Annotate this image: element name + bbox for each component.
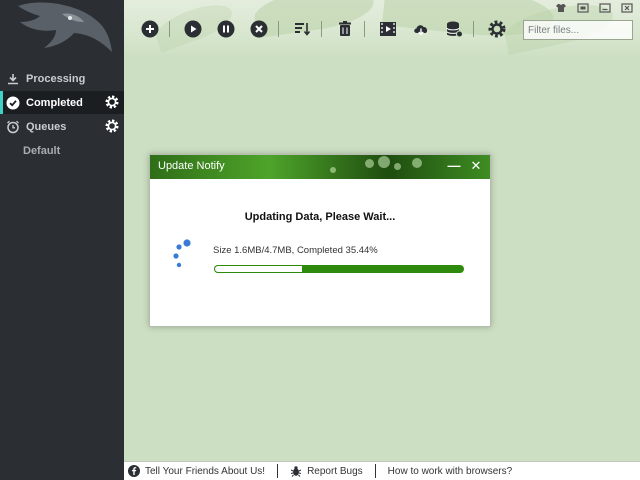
dialog-minimize-button[interactable]: — bbox=[446, 158, 462, 174]
sidebar-item-label: Completed bbox=[26, 96, 83, 109]
facebook-icon bbox=[128, 465, 140, 477]
cloud-download-button[interactable] bbox=[411, 19, 431, 39]
start-button[interactable] bbox=[183, 19, 203, 39]
play-icon bbox=[184, 20, 202, 38]
stop-button[interactable] bbox=[249, 19, 269, 39]
sidebar-item-completed[interactable]: Completed bbox=[0, 91, 124, 114]
window-controls bbox=[548, 2, 636, 14]
eagle-logo bbox=[0, 0, 124, 64]
gear-icon[interactable] bbox=[104, 118, 120, 134]
database-icon bbox=[446, 21, 463, 38]
gear-icon[interactable] bbox=[104, 94, 120, 110]
shirt-icon bbox=[556, 4, 566, 12]
report-bugs-link[interactable]: Report Bugs bbox=[277, 464, 375, 478]
update-notify-dialog: Update Notify — ✕ Updating Data, Please … bbox=[149, 154, 491, 327]
sidebar-item-label: Queues bbox=[26, 120, 67, 133]
restore-button[interactable] bbox=[574, 2, 592, 14]
sort-icon bbox=[295, 23, 311, 36]
close-icon bbox=[621, 3, 633, 13]
stop-icon bbox=[250, 20, 268, 38]
settings-button[interactable] bbox=[487, 19, 507, 39]
browsers-help-label: How to work with browsers? bbox=[387, 465, 513, 477]
dialog-title: Update Notify bbox=[158, 160, 225, 172]
video-button[interactable] bbox=[378, 19, 398, 39]
browsers-help-link[interactable]: How to work with browsers? bbox=[374, 464, 524, 478]
footer-bar: Tell Your Friends About Us! Report Bugs … bbox=[124, 461, 640, 480]
dialog-heading: Updating Data, Please Wait... bbox=[244, 211, 396, 223]
dialog-title-bar[interactable]: Update Notify — ✕ bbox=[150, 155, 490, 179]
sidebar-item-queues[interactable]: Queues bbox=[0, 115, 124, 138]
dialog-close-button[interactable]: ✕ bbox=[468, 158, 484, 174]
progress-fill bbox=[214, 265, 303, 273]
update-progress-bar bbox=[214, 265, 464, 273]
search-input[interactable] bbox=[523, 20, 633, 40]
download-icon bbox=[5, 71, 21, 87]
pause-button[interactable] bbox=[216, 19, 236, 39]
cloud-download-icon bbox=[414, 25, 428, 36]
minimize-icon bbox=[599, 3, 611, 13]
minimize-button[interactable] bbox=[596, 2, 614, 14]
add-icon bbox=[141, 20, 159, 38]
pause-icon bbox=[217, 20, 235, 38]
restore-icon bbox=[577, 3, 589, 13]
sidebar: Processing Completed Queues Default bbox=[0, 0, 124, 480]
download-status: Size 1.6MB/4.7MB, Completed 35.44% bbox=[213, 245, 378, 256]
share-label: Tell Your Friends About Us! bbox=[145, 465, 266, 477]
bug-icon bbox=[290, 465, 302, 477]
sidebar-item-label: Processing bbox=[26, 72, 86, 85]
video-icon bbox=[380, 22, 396, 36]
toolbar bbox=[140, 18, 520, 40]
share-link[interactable]: Tell Your Friends About Us! bbox=[124, 464, 277, 478]
check-circle-icon bbox=[5, 95, 21, 111]
report-bugs-label: Report Bugs bbox=[307, 465, 363, 477]
add-button[interactable] bbox=[140, 19, 160, 39]
sidebar-item-processing[interactable]: Processing bbox=[0, 67, 124, 90]
database-button[interactable] bbox=[444, 19, 464, 39]
sidebar-item-default[interactable]: Default bbox=[0, 139, 124, 162]
skin-button[interactable] bbox=[552, 2, 570, 14]
delete-button[interactable] bbox=[335, 19, 355, 39]
settings-icon bbox=[488, 20, 506, 38]
delete-icon bbox=[339, 21, 351, 36]
close-button[interactable] bbox=[618, 2, 636, 14]
loading-spinner-icon bbox=[172, 237, 202, 273]
sort-button[interactable] bbox=[292, 19, 312, 39]
sidebar-item-label: Default bbox=[23, 144, 61, 157]
alarm-clock-icon bbox=[5, 119, 21, 135]
